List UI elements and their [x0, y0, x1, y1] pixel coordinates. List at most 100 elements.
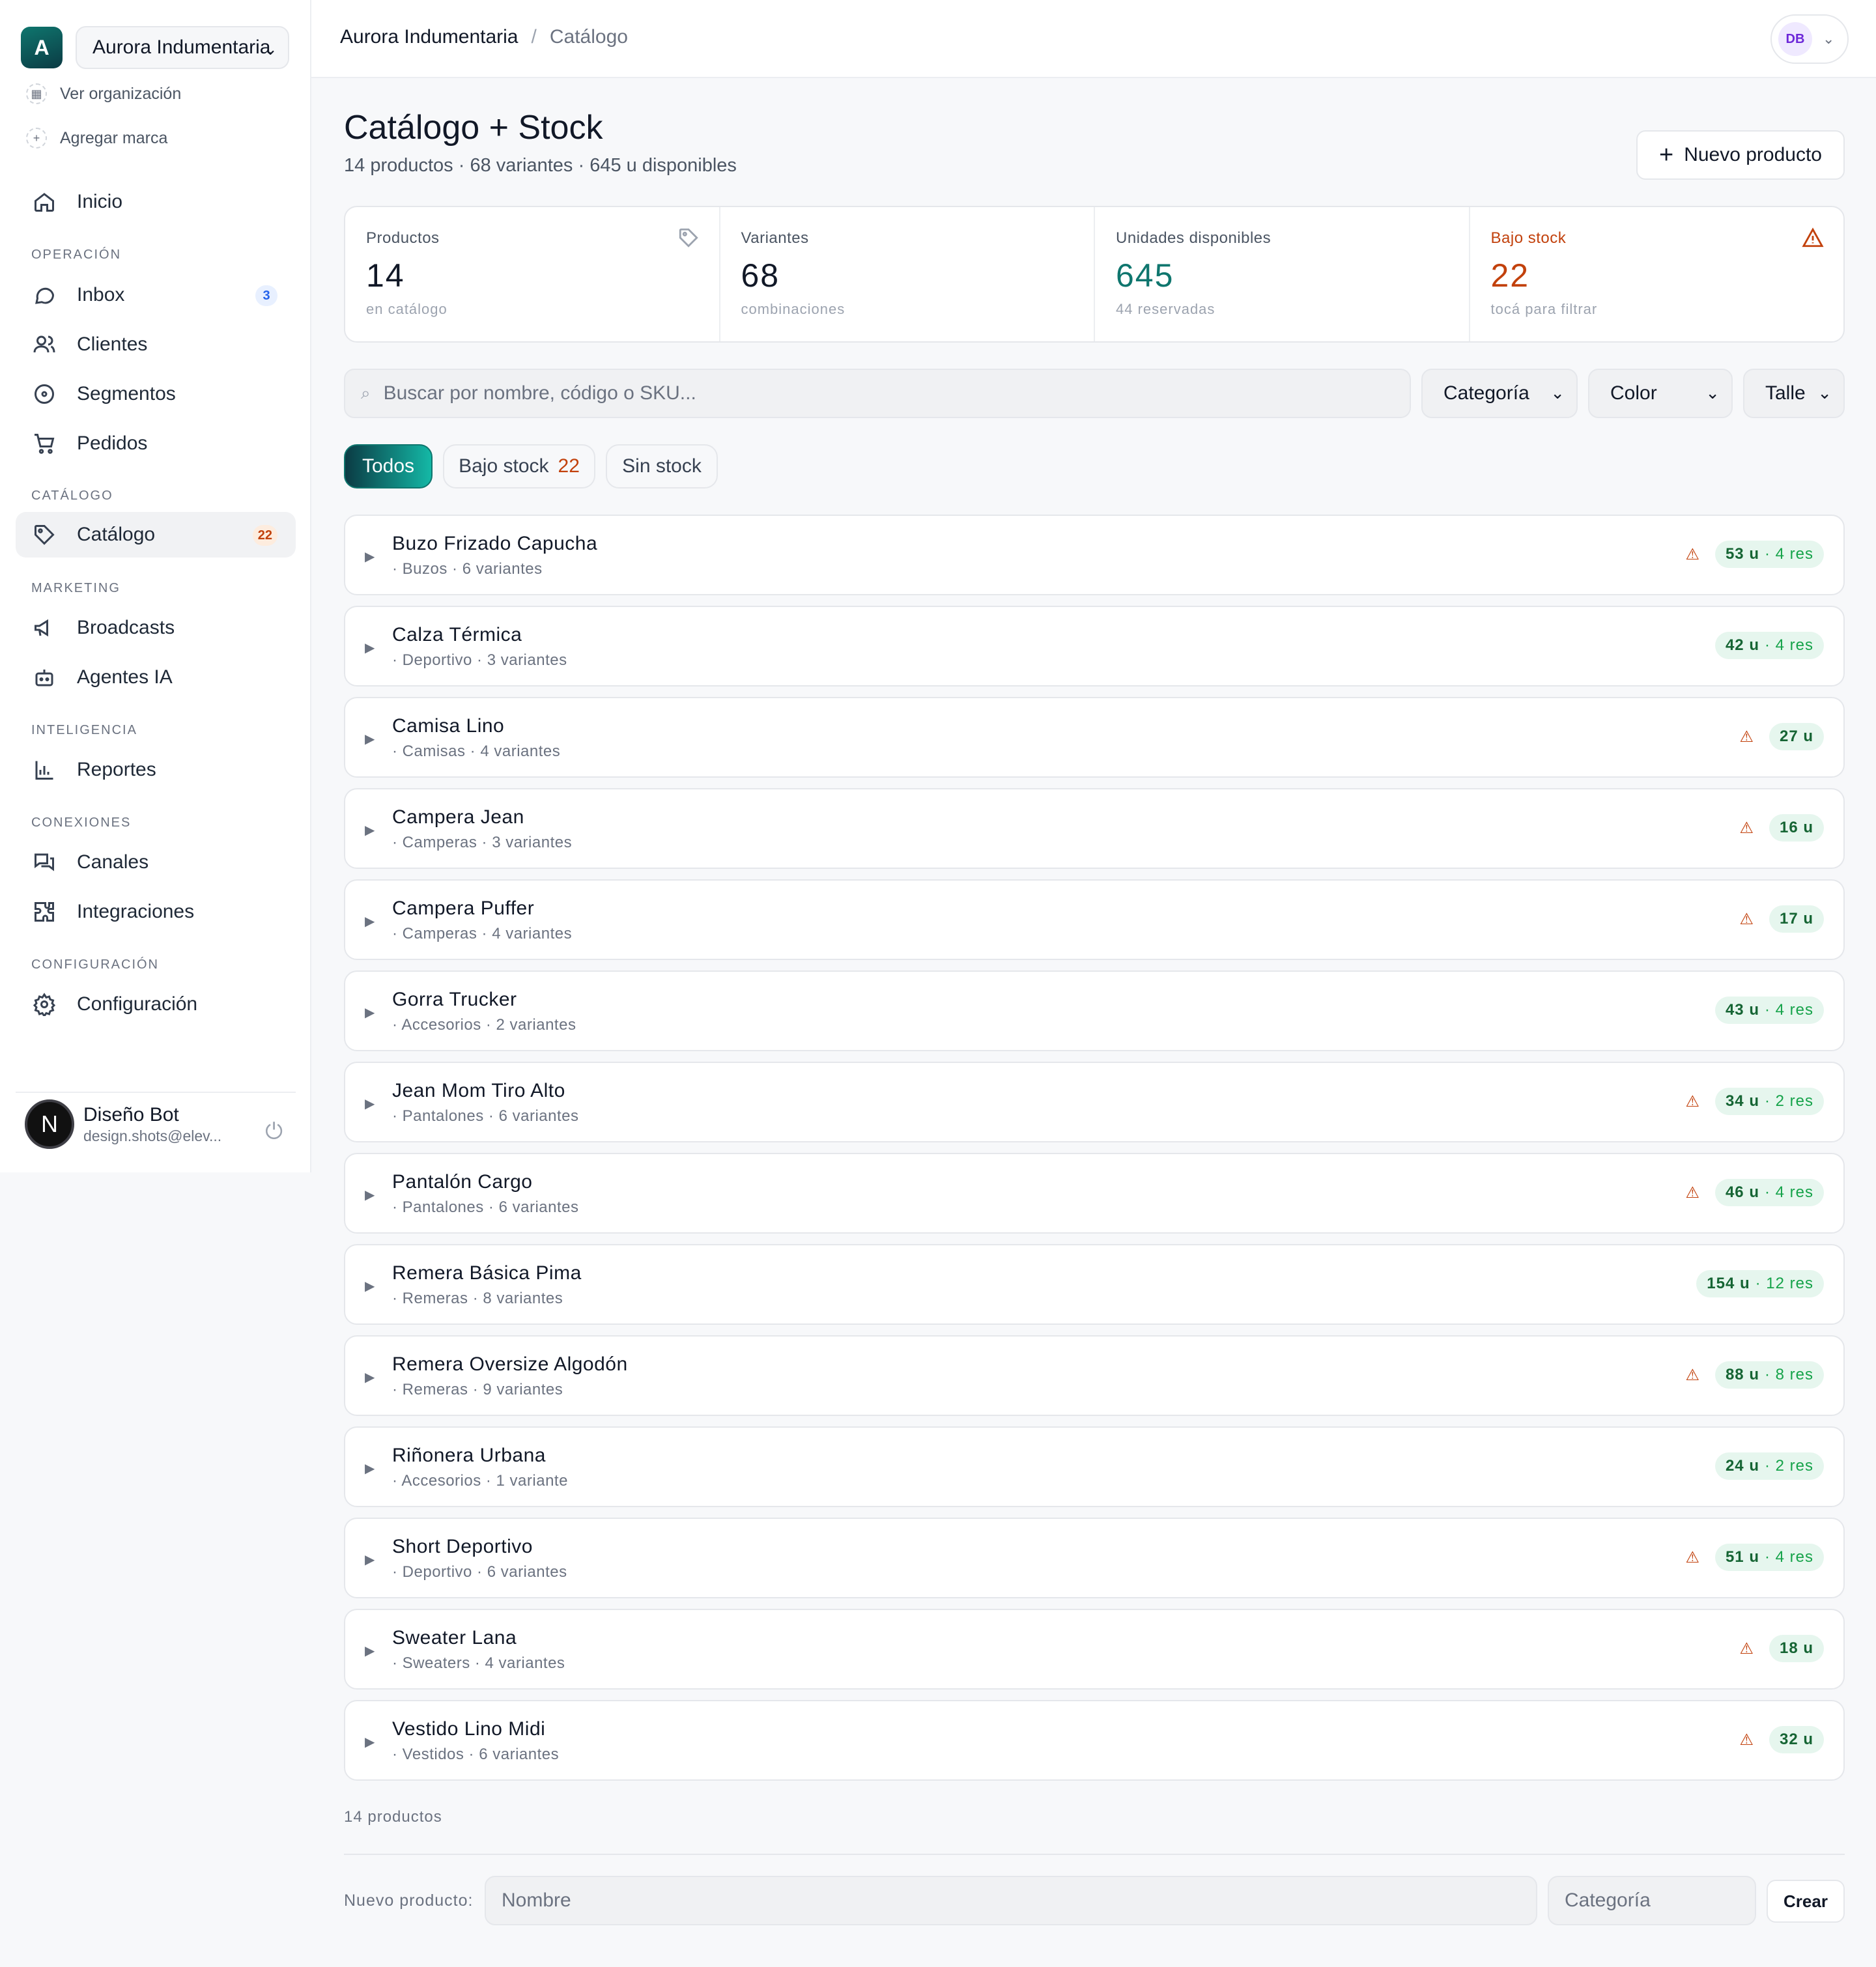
- list-item[interactable]: ▶ Jean Mom Tiro Alto · Pantalones · 6 va…: [344, 1062, 1845, 1142]
- sidebar-item-canales[interactable]: Canales: [16, 840, 296, 885]
- new-product-name-input[interactable]: [485, 1876, 1537, 1925]
- stock-units: 16 u: [1779, 819, 1813, 836]
- user-menu-button[interactable]: DB ⌄: [1770, 14, 1849, 64]
- list-item[interactable]: ▶ Camisa Lino · Camisas · 4 variantes ⚠ …: [344, 697, 1845, 778]
- expand-icon[interactable]: ▶: [365, 640, 375, 656]
- add-brand-link[interactable]: + Agregar marca: [26, 128, 167, 149]
- chip-sin-stock[interactable]: Sin stock: [606, 444, 718, 488]
- plus-icon: +: [1658, 141, 1674, 169]
- stock-units: 18 u: [1779, 1639, 1813, 1657]
- catalogo-badge: 22: [252, 525, 277, 546]
- sidebar-item-broadcasts[interactable]: Broadcasts: [16, 605, 296, 651]
- org-switcher: A Aurora Indumentaria ⌄: [21, 26, 289, 69]
- new-product-button[interactable]: + Nuevo producto: [1636, 130, 1845, 180]
- product-list: ▶ Buzo Frizado Capucha · Buzos · 6 varia…: [344, 515, 1845, 1791]
- list-item[interactable]: ▶ Gorra Trucker · Accesorios · 2 variant…: [344, 970, 1845, 1051]
- sidebar-item-label: Pedidos: [77, 432, 148, 454]
- messages-icon: [31, 849, 57, 875]
- sidebar-item-agentes[interactable]: Agentes IA: [16, 655, 296, 700]
- stat-value: 22: [1490, 257, 1530, 294]
- stock-badge: 53 u · 4 res: [1714, 541, 1824, 568]
- expand-icon[interactable]: ▶: [365, 1551, 375, 1568]
- expand-icon[interactable]: ▶: [365, 548, 375, 565]
- sidebar-item-integraciones[interactable]: Integraciones: [16, 889, 296, 935]
- stat-bajo-stock[interactable]: Bajo stock 22 tocá para filtrar: [1470, 207, 1844, 341]
- expand-icon[interactable]: ▶: [365, 913, 375, 929]
- list-item[interactable]: ▶ Short Deportivo · Deportivo · 6 varian…: [344, 1518, 1845, 1598]
- sidebar-item-reportes[interactable]: Reportes: [16, 747, 296, 793]
- expand-icon[interactable]: ▶: [365, 1460, 375, 1477]
- stock-reserved: · 4 res: [1764, 1183, 1813, 1201]
- topbar: Aurora Indumentaria / Catálogo DB ⌄: [311, 0, 1876, 78]
- product-name: Jean Mom Tiro Alto: [392, 1080, 565, 1101]
- stock-units: 88 u: [1725, 1366, 1759, 1383]
- product-meta: · Deportivo · 6 variantes: [392, 1563, 567, 1581]
- warning-icon: ⚠: [1739, 819, 1754, 837]
- sidebar-item-label: Broadcasts: [77, 617, 175, 638]
- warning-icon: ⚠: [1685, 545, 1699, 563]
- stock-units: 24 u: [1725, 1457, 1759, 1475]
- list-item[interactable]: ▶ Remera Básica Pima · Remeras · 8 varia…: [344, 1244, 1845, 1325]
- product-name: Buzo Frizado Capucha: [392, 533, 598, 554]
- chip-bajo-stock[interactable]: Bajo stock 22: [443, 444, 595, 488]
- stock-units: 34 u: [1725, 1092, 1759, 1110]
- expand-icon[interactable]: ▶: [365, 1187, 375, 1203]
- product-meta: · Camisas · 4 variantes: [392, 743, 561, 760]
- list-item[interactable]: ▶ Riñonera Urbana · Accesorios · 1 varia…: [344, 1426, 1845, 1507]
- product-stock-area: ⚠ 17 u: [1739, 905, 1824, 933]
- user-card[interactable]: N Diseño Bot design.shots@elev... ⏻: [16, 1092, 296, 1149]
- org-name: Aurora Indumentaria: [92, 36, 271, 58]
- product-name: Short Deportivo: [392, 1536, 533, 1557]
- warning-icon: ⚠: [1685, 1092, 1699, 1111]
- stock-units: 154 u: [1707, 1275, 1750, 1292]
- list-item[interactable]: ▶ Pantalón Cargo · Pantalones · 6 varian…: [344, 1153, 1845, 1234]
- expand-icon[interactable]: ▶: [365, 1643, 375, 1659]
- search-input[interactable]: [383, 382, 1361, 404]
- list-item[interactable]: ▶ Remera Oversize Algodón · Remeras · 9 …: [344, 1335, 1845, 1416]
- sidebar-item-configuracion[interactable]: Configuración: [16, 982, 296, 1027]
- category-filter[interactable]: Categoría ⌄: [1421, 369, 1578, 418]
- color-filter[interactable]: Color ⌄: [1588, 369, 1733, 418]
- create-button[interactable]: Crear: [1767, 1880, 1845, 1923]
- breadcrumb-org[interactable]: Aurora Indumentaria: [340, 26, 519, 48]
- new-product-category-input[interactable]: [1548, 1876, 1756, 1925]
- expand-icon[interactable]: ▶: [365, 1734, 375, 1750]
- list-item[interactable]: ▶ Calza Térmica · Deportivo · 3 variante…: [344, 606, 1845, 686]
- expand-icon[interactable]: ▶: [365, 1278, 375, 1294]
- sidebar-item-pedidos[interactable]: Pedidos: [16, 421, 296, 466]
- expand-icon[interactable]: ▶: [365, 731, 375, 747]
- tag-icon: [31, 522, 57, 548]
- product-meta: · Sweaters · 4 variantes: [392, 1654, 565, 1672]
- sidebar-item-segmentos[interactable]: Segmentos: [16, 371, 296, 417]
- view-org-link[interactable]: ▦ Ver organización: [26, 83, 181, 104]
- puzzle-icon: [31, 899, 57, 925]
- stat-variantes: Variantes 68 combinaciones: [720, 207, 1095, 341]
- product-meta: · Accesorios · 2 variantes: [392, 1016, 576, 1034]
- users-icon: [31, 332, 57, 358]
- size-filter[interactable]: Talle ⌄: [1743, 369, 1845, 418]
- list-item[interactable]: ▶ Sweater Lana · Sweaters · 4 variantes …: [344, 1609, 1845, 1690]
- expand-icon[interactable]: ▶: [365, 1369, 375, 1385]
- org-select[interactable]: Aurora Indumentaria ⌄: [76, 26, 289, 69]
- sidebar-item-catalogo[interactable]: Catálogo 22: [16, 512, 296, 558]
- list-item[interactable]: ▶ Campera Puffer · Camperas · 4 variante…: [344, 879, 1845, 960]
- expand-icon[interactable]: ▶: [365, 822, 375, 838]
- product-count: 14 productos: [344, 1808, 442, 1826]
- sidebar-item-inbox[interactable]: Inbox 3: [16, 272, 296, 318]
- product-meta: · Camperas · 4 variantes: [392, 925, 573, 942]
- sidebar-item-inicio[interactable]: Inicio: [16, 179, 296, 225]
- chevron-down-icon: ⌄: [263, 39, 277, 59]
- list-item[interactable]: ▶ Vestido Lino Midi · Vestidos · 6 varia…: [344, 1700, 1845, 1781]
- chip-todos[interactable]: Todos: [344, 444, 433, 488]
- sidebar-item-clientes[interactable]: Clientes: [16, 322, 296, 367]
- inbox-badge: 3: [255, 285, 277, 306]
- product-stock-area: ⚠ 32 u: [1739, 1726, 1824, 1753]
- expand-icon[interactable]: ▶: [365, 1096, 375, 1112]
- list-item[interactable]: ▶ Buzo Frizado Capucha · Buzos · 6 varia…: [344, 515, 1845, 595]
- list-item[interactable]: ▶ Campera Jean · Camperas · 3 variantes …: [344, 788, 1845, 869]
- expand-icon[interactable]: ▶: [365, 1004, 375, 1021]
- section-label-marketing: MARKETING: [31, 581, 121, 595]
- product-name: Gorra Trucker: [392, 989, 517, 1010]
- product-stock-area: ⚠ 16 u: [1739, 814, 1824, 842]
- power-icon[interactable]: ⏻: [265, 1119, 283, 1144]
